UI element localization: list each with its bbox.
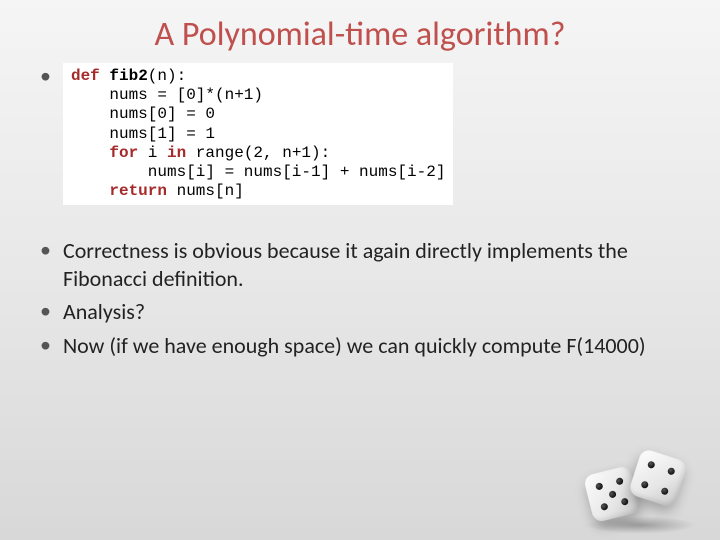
code-text: nums[1] = 1 [71, 125, 215, 143]
bullet-text-2: Analysis? [63, 298, 145, 326]
code-text: nums[0] = 0 [71, 105, 215, 123]
code-function-name: fib2 [109, 67, 147, 85]
bullet-marker: • [40, 332, 51, 358]
bullet-row-2: • Analysis? [40, 298, 680, 326]
code-block: def fib2(n): nums = [0]*(n+1) nums[0] = … [63, 63, 453, 205]
code-text: (n): [148, 67, 186, 85]
bullet-row-3: • Now (if we have enough space) we can q… [40, 332, 680, 360]
code-text: nums[i] = nums[i-1] + nums[i-2] [71, 163, 445, 181]
bullet-text-1: Correctness is obvious because it again … [63, 237, 680, 292]
code-keyword-return: return [71, 182, 167, 200]
slide-title: A Polynomial-time algorithm? [0, 0, 720, 63]
code-text: i [138, 144, 167, 162]
code-text [71, 144, 109, 162]
code-keyword-def: def [71, 67, 100, 85]
lower-bullets: • Correctness is obvious because it agai… [40, 237, 680, 359]
code-keyword-for: for [109, 144, 138, 162]
slide-content: • def fib2(n): nums = [0]*(n+1) nums[0] … [0, 63, 720, 359]
bullet-marker: • [40, 298, 51, 324]
bullet-text-3: Now (if we have enough space) we can qui… [63, 332, 646, 360]
code-text: nums[n] [167, 182, 244, 200]
bullet-marker: • [40, 237, 51, 263]
code-keyword-in: in [167, 144, 186, 162]
code-text: nums = [0]*(n+1) [71, 86, 263, 104]
code-bullet-row: • def fib2(n): nums = [0]*(n+1) nums[0] … [40, 63, 680, 205]
bullet-row-1: • Correctness is obvious because it agai… [40, 237, 680, 292]
bullet-marker: • [40, 63, 51, 89]
dice-decoration [582, 442, 702, 532]
code-text: range(2, n+1): [186, 144, 330, 162]
